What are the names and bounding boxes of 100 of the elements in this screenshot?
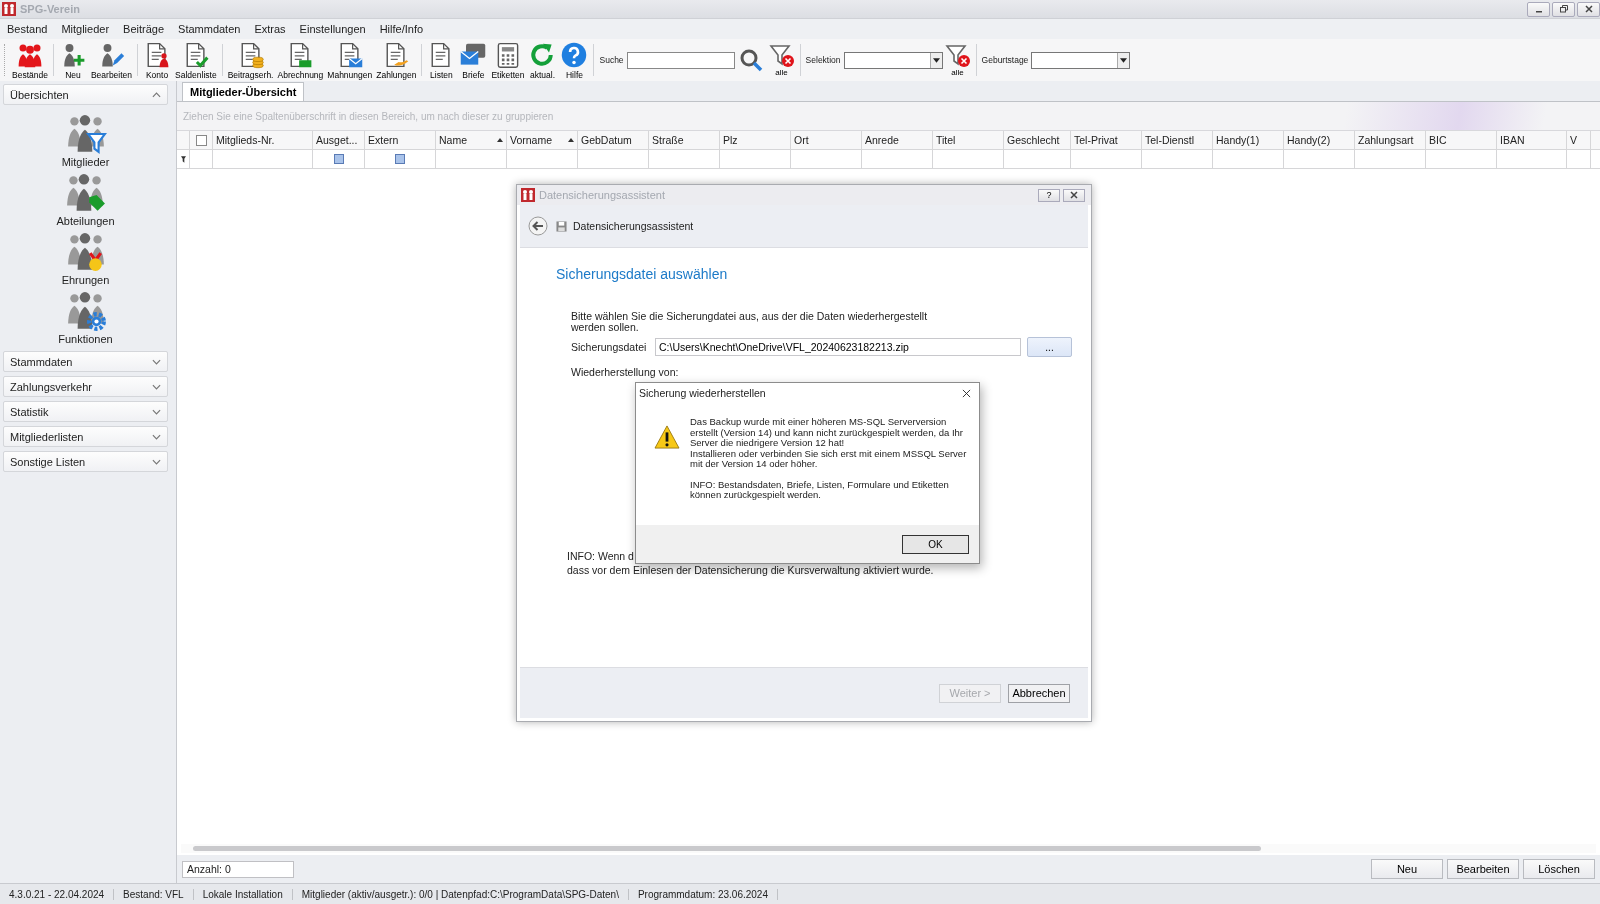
description-text: Bitte wählen Sie die Sicherungdatei aus, aus der die Daten wiederhergestellt werden sollen. <box>571 311 929 333</box>
dialog-title: Datensicherungsassistent <box>539 189 665 201</box>
toolbar-button[interactable]: Hilfe <box>558 40 591 80</box>
sidebar-item-label[interactable]: Ehrungen <box>61 274 110 286</box>
app-logo-icon <box>2 2 16 16</box>
file-label: Sicherungsdatei <box>571 341 648 353</box>
column-header[interactable]: Handy(1) <box>1213 131 1284 149</box>
ok-button[interactable]: OK <box>902 534 969 554</box>
wizard-button[interactable]: Abbrechen <box>1008 683 1070 703</box>
column-header[interactable]: Geschlecht <box>1004 131 1071 149</box>
column-header[interactable]: Anrede <box>862 131 933 149</box>
column-header[interactable]: Ausget... <box>313 131 365 149</box>
action-button[interactable]: Bearbeiten <box>1447 859 1519 879</box>
sidebar-section-header[interactable]: Stammdaten <box>3 351 168 372</box>
people-tag-icon[interactable] <box>64 172 107 214</box>
menu-item[interactable]: Bestand <box>7 23 48 35</box>
column-header[interactable]: Extern <box>365 131 436 149</box>
action-button[interactable]: Löschen <box>1523 859 1595 879</box>
toolbar-button[interactable]: Listen <box>425 40 458 80</box>
close-icon <box>1069 190 1079 200</box>
info-text: INFO: Wenn d <box>567 550 634 562</box>
toolbar-button[interactable]: Briefe <box>457 40 490 80</box>
column-header[interactable]: V <box>1567 131 1591 149</box>
birthdays-dropdown[interactable] <box>1031 51 1131 69</box>
menu-item[interactable]: Einstellungen <box>299 23 366 35</box>
toolbar-button[interactable]: aktual. <box>526 40 559 80</box>
status-text: Bestand: VFL <box>114 888 194 900</box>
toolbar-button[interactable]: Konto <box>141 40 174 80</box>
reset-selection-button[interactable]: alle <box>942 40 973 80</box>
column-header[interactable]: Straße <box>649 131 720 149</box>
sidebar-item-label[interactable]: Funktionen <box>58 333 113 345</box>
column-header[interactable]: Tel-Privat <box>1071 131 1142 149</box>
status-text: Programmdatum: 23.06.2024 <box>628 888 778 900</box>
sidebar-section-header[interactable]: Statistik <box>3 401 168 422</box>
column-header[interactable]: Handy(2) <box>1284 131 1355 149</box>
reset-filter-button[interactable]: alle <box>766 40 797 80</box>
sidebar-item-label[interactable]: Abteilungen <box>56 215 115 227</box>
column-header[interactable]: Vorname <box>507 131 578 149</box>
sidebar-section-header[interactable]: Mitgliederlisten <box>3 426 168 447</box>
toolbar-button[interactable]: Bearbeiten <box>88 40 135 80</box>
sidebar-section-header[interactable]: Übersichten <box>3 84 168 105</box>
restore-button[interactable] <box>1552 1 1575 17</box>
column-header[interactable]: Titel <box>933 131 1004 149</box>
select-all-checkbox[interactable] <box>195 134 207 146</box>
search-label: Suche <box>599 55 624 65</box>
wizard-header: Datensicherungsassistent <box>573 220 694 232</box>
selection-label: Selektion <box>805 55 841 65</box>
sidebar-item-label[interactable]: Mitglieder <box>61 156 110 168</box>
record-count: Anzahl: 0 <box>182 860 294 878</box>
column-header[interactable]: Name <box>436 131 507 149</box>
column-header[interactable]: Mitglieds-Nr. <box>213 131 313 149</box>
funnel-remove-icon <box>768 43 795 68</box>
menu-item[interactable]: Extras <box>254 23 286 35</box>
restore-label: Wiederherstellung von: <box>571 366 680 378</box>
tab[interactable]: Mitglieder-Übersicht <box>182 82 305 101</box>
toolbar-button[interactable]: Bestände <box>10 40 50 80</box>
horizontal-scrollbar[interactable] <box>181 844 1596 853</box>
column-header[interactable]: GebDatum <box>578 131 649 149</box>
column-header[interactable]: IBAN <box>1497 131 1567 149</box>
column-header[interactable]: BIC <box>1426 131 1497 149</box>
browse-button[interactable]: ... <box>1027 337 1072 357</box>
warning-icon <box>654 425 680 449</box>
file-path-field[interactable]: C:\Users\Knecht\OneDrive\VFL_20240623182213.zip <box>655 338 1021 356</box>
search-field[interactable] <box>626 51 735 69</box>
column-header[interactable]: Plz <box>720 131 791 149</box>
message-text: INFO: Bestandsdaten, Briefe, Listen, Formulare und Etiketten können zurückgespielt werden. <box>690 479 950 501</box>
dropdown-arrow-icon <box>1120 57 1128 63</box>
window-title: SPG-Verein <box>20 3 80 15</box>
column-header[interactable]: Zahlungsart <box>1355 131 1426 149</box>
toolbar-button[interactable]: Zahlungen <box>374 40 419 80</box>
toolbar-button[interactable]: Etiketten <box>489 40 527 80</box>
help-button[interactable]: ? <box>1038 188 1060 202</box>
close-icon <box>1583 4 1594 14</box>
toolbar-button[interactable]: Beitragserh. <box>225 40 276 80</box>
sidebar-section-header[interactable]: Zahlungsverkehr <box>3 376 168 397</box>
funnel-remove-icon <box>944 43 971 68</box>
toolbar-button[interactable]: Neu <box>56 40 89 80</box>
menu-item[interactable]: Hilfe/Info <box>379 23 424 35</box>
birthdays-label: Geburtstage <box>981 55 1029 65</box>
sidebar-section-header[interactable]: Sonstige Listen <box>3 451 168 472</box>
filter-row-icon <box>180 155 186 163</box>
search-icon[interactable] <box>738 48 763 72</box>
close-button[interactable] <box>1063 188 1085 202</box>
app-logo-icon <box>521 188 535 202</box>
menu-item[interactable]: Stammdaten <box>178 23 241 35</box>
column-header[interactable]: Tel-Dienstl <box>1142 131 1213 149</box>
menu-item[interactable]: Mitglieder <box>61 23 110 35</box>
status-text: 4.3.0.21 - 22.04.2024 <box>0 888 115 900</box>
close-button[interactable] <box>1577 1 1600 17</box>
filter-checkbox[interactable] <box>333 154 344 164</box>
column-header[interactable]: Ort <box>791 131 862 149</box>
toolbar-button[interactable]: Mahnungen <box>325 40 375 80</box>
close-icon[interactable] <box>962 388 971 398</box>
minimize-icon <box>1535 11 1542 13</box>
toolbar-button[interactable]: Abrechnung <box>275 40 326 80</box>
action-button[interactable]: Neu <box>1371 859 1443 879</box>
message-text: Das Backup wurde mit einer höheren MS-SQL Serverversion erstellt (Version 14) und kann nicht zurückgespielt werden, da Ihr Server die niedrigere Version 12 hat! <box>690 417 964 449</box>
filter-checkbox[interactable] <box>395 154 405 164</box>
menu-item[interactable]: Beiträge <box>123 23 165 35</box>
toolbar-button[interactable]: Saldenliste <box>173 40 219 80</box>
